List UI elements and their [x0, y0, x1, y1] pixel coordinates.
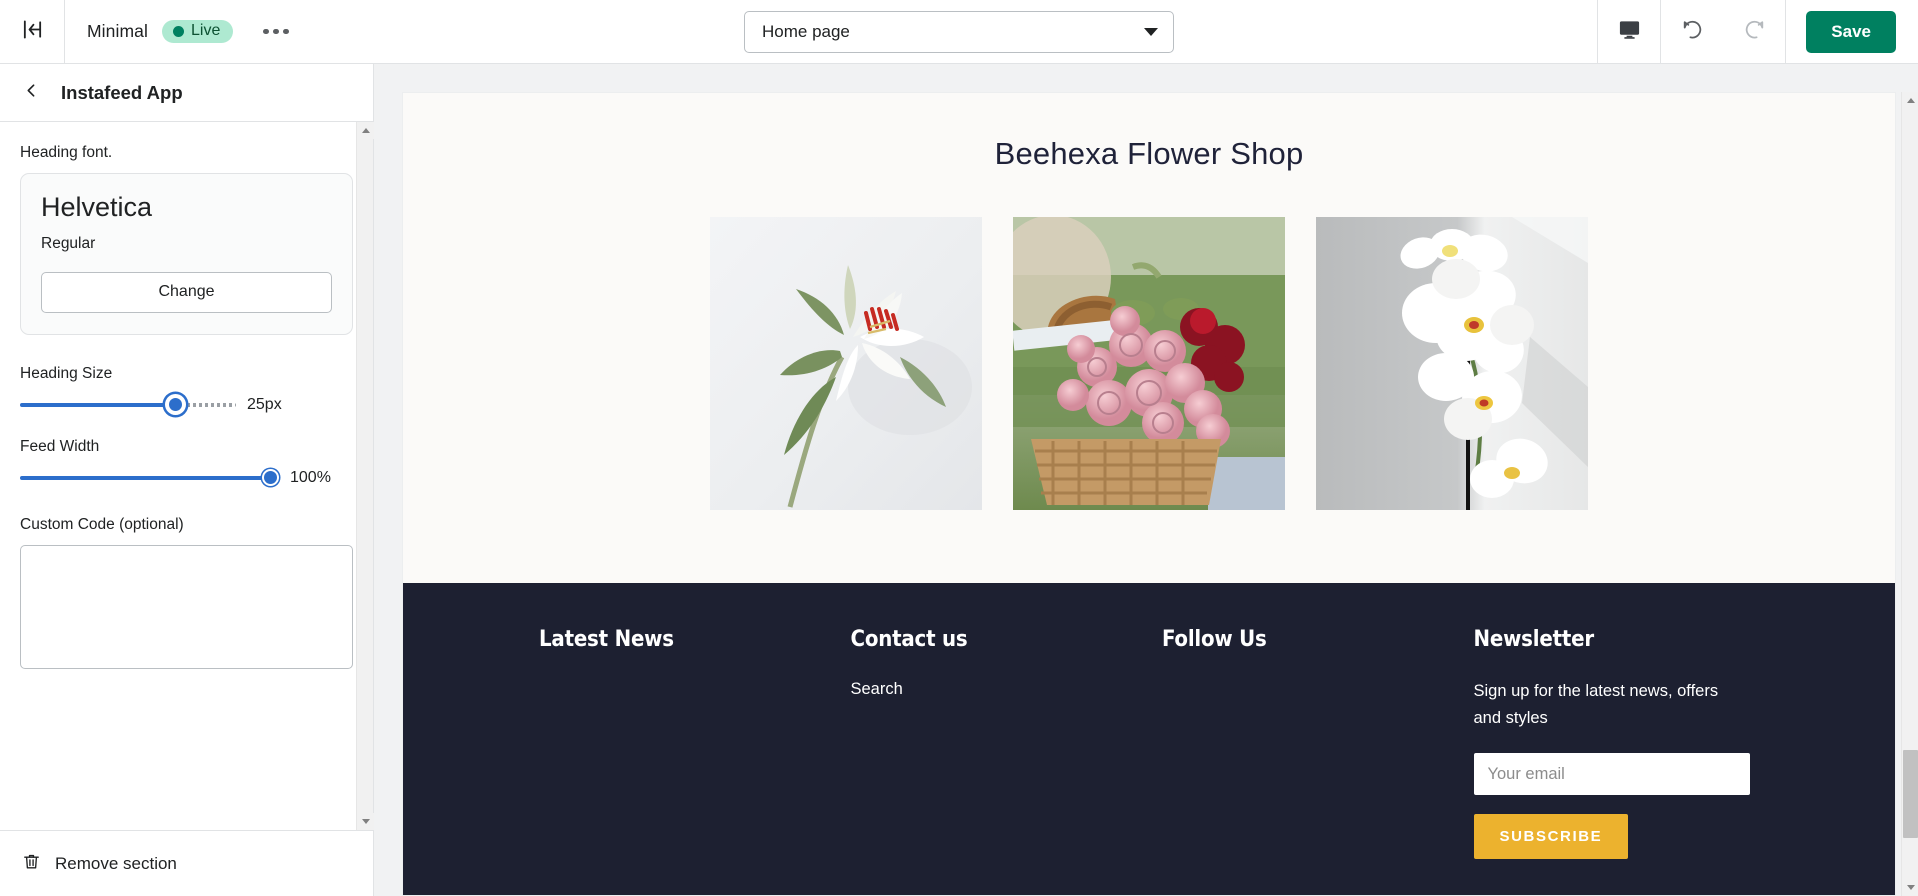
- triangle-down-icon: [361, 819, 370, 824]
- feed-image-2[interactable]: [1013, 217, 1285, 510]
- sidebar-header: Instafeed App: [0, 64, 373, 122]
- footer-column-follow-us: Follow Us: [1162, 627, 1474, 859]
- save-button-wrap: Save: [1786, 10, 1918, 53]
- app-top-bar: Minimal Live Home page Save: [0, 0, 1918, 64]
- status-badge-label: Live: [190, 22, 221, 39]
- heading-font-label: Heading font.: [20, 144, 113, 161]
- preview-scroll-up-button[interactable]: [1902, 92, 1918, 109]
- page-selector[interactable]: Home page: [744, 11, 1174, 53]
- undo-button[interactable]: [1661, 0, 1723, 64]
- page-selector-wrap: Home page: [744, 11, 1174, 53]
- page-selector-value: Home page: [762, 22, 850, 41]
- feed-width-value: 100%: [290, 468, 331, 486]
- heading-size-label: Heading Size: [20, 364, 113, 382]
- ellipsis-icon: [273, 28, 279, 35]
- undo-icon: [1680, 17, 1705, 47]
- preview-scrollbar-thumb[interactable]: [1903, 750, 1918, 838]
- triangle-down-icon: [1906, 885, 1915, 890]
- preview-scroll-down-button[interactable]: [1902, 879, 1918, 896]
- feed-width-label: Feed Width: [20, 437, 100, 455]
- redo-icon: [1742, 17, 1767, 47]
- heading-size-value: 25px: [247, 395, 282, 413]
- newsletter-title: Newsletter: [1473, 627, 1595, 652]
- storefront-footer: Latest News Contact us Search Follow Us …: [403, 583, 1895, 895]
- page-title: Beehexa Flower Shop: [994, 136, 1304, 171]
- feed-image-3[interactable]: [1316, 217, 1588, 510]
- sidebar-scrollbar[interactable]: [356, 122, 374, 830]
- theme-name: Minimal: [87, 21, 148, 41]
- preview-scrollbar[interactable]: [1901, 92, 1918, 896]
- change-font-button[interactable]: Change: [41, 271, 332, 313]
- settings-sidebar: Instafeed App Heading font. Helvetica Re…: [0, 64, 374, 896]
- footer-column-title: Latest News: [539, 627, 674, 652]
- trash-icon: [22, 852, 41, 876]
- heading-size-slider-row: 25px: [20, 395, 353, 415]
- desktop-icon: [1618, 18, 1641, 46]
- instafeed-gallery: [403, 217, 1895, 510]
- sidebar-title: Instafeed App: [61, 81, 183, 103]
- feed-width-slider-row: 100%: [20, 468, 353, 488]
- footer-column-contact-us: Contact us Search: [851, 627, 1163, 859]
- heading-size-slider[interactable]: [20, 395, 236, 415]
- editor-workspace: Instafeed App Heading font. Helvetica Re…: [0, 64, 1918, 896]
- ellipsis-icon: [263, 28, 269, 35]
- preview-pane: Beehexa Flower Shop Latest News Contact …: [374, 64, 1918, 896]
- device-preview-button[interactable]: [1598, 0, 1660, 64]
- footer-column-latest-news: Latest News: [539, 627, 851, 859]
- status-dot-icon: [172, 25, 184, 37]
- feed-image-1[interactable]: [710, 217, 982, 510]
- chevron-down-icon: [1144, 28, 1158, 36]
- theme-info-group: Minimal Live: [65, 19, 299, 45]
- status-badge: Live: [161, 20, 234, 43]
- pink-roses-in-basket-icon: [1013, 217, 1285, 510]
- exit-editor-button[interactable]: [0, 0, 64, 64]
- footer-column-title: Follow Us: [1162, 627, 1267, 652]
- custom-code-setting: Custom Code (optional): [20, 516, 353, 674]
- chevron-left-icon: [23, 82, 40, 104]
- sidebar-scroll-up-button[interactable]: [357, 122, 374, 139]
- triangle-up-icon: [1906, 98, 1915, 103]
- sidebar-settings-scroll: Heading font. Helvetica Regular Change H…: [0, 122, 373, 830]
- heading-font-card: Helvetica Regular Change: [20, 173, 353, 335]
- white-orchid-flowers-icon: [1316, 217, 1588, 510]
- remove-section-button[interactable]: Remove section: [0, 830, 373, 896]
- footer-link-search[interactable]: Search: [851, 680, 1163, 699]
- ellipsis-icon: [283, 28, 289, 35]
- heading-font-name: Helvetica: [41, 192, 153, 222]
- exit-arrow-icon: [21, 18, 44, 46]
- custom-code-textarea[interactable]: [20, 544, 353, 669]
- top-bar-actions: Save: [1597, 0, 1918, 64]
- newsletter-description: Sign up for the latest news, offers and …: [1473, 682, 1719, 727]
- save-button[interactable]: Save: [1806, 10, 1896, 53]
- more-options-button[interactable]: [253, 19, 299, 45]
- subscribe-button[interactable]: SUBSCRIBE: [1473, 814, 1629, 860]
- storefront-preview[interactable]: Beehexa Flower Shop Latest News Contact …: [402, 92, 1896, 896]
- sidebar-scroll-down-button[interactable]: [357, 813, 374, 830]
- newsletter-email-input[interactable]: [1473, 753, 1750, 796]
- back-button[interactable]: [18, 77, 45, 109]
- footer-column-title: Contact us: [850, 627, 968, 652]
- feed-width-slider[interactable]: [20, 468, 279, 488]
- footer-columns: Latest News Contact us Search Follow Us …: [403, 627, 1895, 860]
- triangle-up-icon: [361, 128, 370, 133]
- remove-section-label: Remove section: [55, 853, 177, 873]
- heading-font-style: Regular: [41, 234, 96, 252]
- footer-column-newsletter: Newsletter Sign up for the latest news, …: [1473, 627, 1786, 860]
- redo-button[interactable]: [1723, 0, 1785, 64]
- custom-code-label: Custom Code (optional): [20, 515, 184, 533]
- heading-size-setting: Heading Size 25px: [20, 365, 353, 415]
- feed-width-setting: Feed Width 100%: [20, 438, 353, 488]
- white-lily-flower-icon: [710, 217, 982, 510]
